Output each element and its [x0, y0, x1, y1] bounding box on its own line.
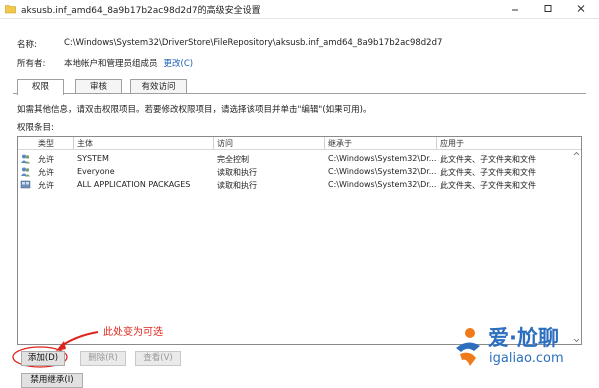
col-inherited-from[interactable]: 继承于: [328, 138, 352, 149]
row-principal: Everyone: [77, 167, 115, 176]
title-bar: aksusb.inf_amd64_8a9b17b2ac98d2d7的高级安全设置: [0, 0, 599, 19]
user-group-icon: [21, 167, 30, 177]
row-applies-to: 此文件夹、子文件夹和文件: [440, 168, 536, 177]
app-package-icon: [20, 180, 31, 189]
column-divider: [73, 137, 74, 149]
row-applies-to: 此文件夹、子文件夹和文件: [440, 155, 536, 164]
tab-permissions[interactable]: 权限: [17, 79, 64, 95]
name-label: 名称:: [17, 40, 37, 50]
table-row[interactable]: 允许 SYSTEM 完全控制 C:\Windows\System32\Dr...…: [18, 152, 581, 165]
owner-value: 本地帐户和管理员组成员: [64, 59, 158, 69]
tab-effective-access[interactable]: 有效访问: [130, 79, 187, 94]
view-button[interactable]: 查看(V): [135, 351, 181, 366]
column-divider: [324, 137, 325, 149]
remove-button[interactable]: 删除(R): [80, 351, 126, 366]
name-value: C:\Windows\System32\DriverStore\FileRepo…: [64, 38, 443, 48]
tab-panel-border: [13, 93, 586, 94]
row-principal: SYSTEM: [77, 154, 109, 163]
watermark-logo-icon: [456, 328, 480, 366]
column-divider: [436, 137, 437, 149]
row-access: 读取和执行: [217, 181, 257, 190]
col-applies-to[interactable]: 应用于: [440, 138, 464, 149]
owner-label: 所有者:: [17, 59, 46, 69]
col-principal[interactable]: 主体: [77, 138, 93, 149]
user-group-icon: [21, 154, 30, 164]
row-applies-to: 此文件夹、子文件夹和文件: [440, 181, 536, 190]
close-icon[interactable]: [573, 2, 589, 16]
row-principal: ALL APPLICATION PACKAGES: [77, 180, 191, 189]
folder-icon: [5, 5, 16, 14]
minimize-icon[interactable]: [507, 2, 523, 16]
table-row[interactable]: 允许 ALL APPLICATION PACKAGES 读取和执行 C:\Win…: [18, 178, 581, 191]
row-inherited-from: C:\Windows\System32\Dr...: [328, 180, 437, 189]
column-header: 类型 主体 访问 继承于 应用于: [18, 137, 581, 150]
row-access: 读取和执行: [217, 168, 257, 177]
table-row[interactable]: 允许 Everyone 读取和执行 C:\Windows\System32\Dr…: [18, 165, 581, 178]
row-type: 允许: [38, 168, 54, 177]
owner-value-wrap: 本地帐户和管理员组成员 更改(C): [64, 57, 193, 69]
vertical-scrollbar[interactable]: [572, 150, 581, 344]
description-text: 如需其他信息，请双击权限项目。若要修改权限项目，请选择该项目并单击"编辑"(如果…: [17, 105, 372, 115]
row-inherited-from: C:\Windows\System32\Dr...: [328, 154, 437, 163]
disable-inheritance-button[interactable]: 禁用继承(I): [21, 373, 83, 388]
row-inherited-from: C:\Windows\System32\Dr...: [328, 167, 437, 176]
add-button[interactable]: 添加(D): [21, 351, 65, 366]
window-title: aksusb.inf_amd64_8a9b17b2ac98d2d7的高级安全设置: [21, 6, 261, 16]
tab-auditing[interactable]: 审核: [75, 79, 122, 94]
row-access: 完全控制: [217, 155, 249, 164]
row-type: 允许: [38, 155, 54, 164]
row-type: 允许: [38, 181, 54, 190]
permission-entries-list[interactable]: 类型 主体 访问 继承于 应用于 允许 SYSTEM 完全控制 C:\Windo…: [17, 136, 582, 345]
col-access[interactable]: 访问: [217, 138, 233, 149]
entries-label: 权限条目:: [17, 123, 54, 133]
change-owner-link[interactable]: 更改(C): [164, 59, 194, 69]
watermark-url: igaliao.com: [489, 351, 564, 366]
maximize-icon[interactable]: [540, 2, 556, 16]
column-divider: [213, 137, 214, 149]
watermark: 爱·尬聊 igaliao.com: [450, 320, 599, 380]
annotation-text: 此处变为可选: [103, 327, 163, 338]
col-type[interactable]: 类型: [38, 138, 54, 149]
watermark-brand: 爱·尬聊: [488, 326, 559, 350]
